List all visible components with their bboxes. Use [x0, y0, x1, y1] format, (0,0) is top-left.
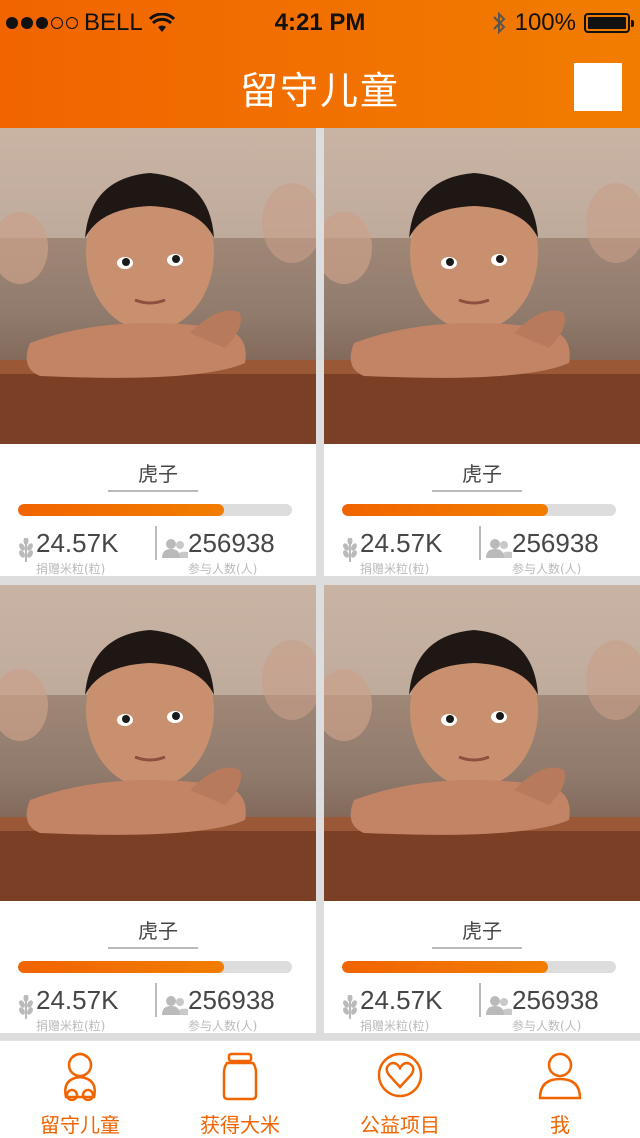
- stat-divider: [155, 983, 157, 1017]
- wheat-icon: [19, 995, 33, 1019]
- rice-label: 捐赠米粒(粒): [36, 562, 106, 576]
- child-photo: [0, 128, 316, 444]
- progress-fill: [18, 504, 224, 516]
- people-label: 参与人数(人): [512, 562, 582, 576]
- heart-ribbon-icon: [377, 1052, 423, 1098]
- people-count: 256938: [188, 985, 275, 1015]
- child-card[interactable]: 虎子 24.57K 捐赠米粒(粒) 256938 参与人数(人): [324, 128, 640, 576]
- child-photo: [324, 128, 640, 444]
- stat-divider: [479, 526, 481, 560]
- bluetooth-icon: [492, 11, 506, 35]
- battery-icon: [584, 13, 634, 33]
- user-icon: [538, 1052, 582, 1100]
- child-name: 虎子: [462, 919, 502, 943]
- people-icon: [162, 996, 188, 1015]
- rice-label: 捐赠米粒(粒): [360, 1019, 430, 1033]
- rice-jar-icon: [222, 1052, 258, 1101]
- people-label: 参与人数(人): [512, 1019, 582, 1033]
- page-title: 留守儿童: [239, 69, 400, 113]
- progress-fill: [18, 961, 224, 973]
- donation-progress-bar: [18, 504, 292, 516]
- people-count: 256938: [512, 528, 599, 558]
- rice-count: 24.57K: [36, 985, 119, 1015]
- name-underline: [108, 490, 198, 492]
- tab-label: 公益项目: [360, 1113, 440, 1137]
- child-card[interactable]: 虎子 24.57K 捐赠米粒(粒) 256938 参与人数(人): [324, 585, 640, 1033]
- rice-count: 24.57K: [360, 528, 443, 558]
- donation-progress-bar: [18, 961, 292, 973]
- donation-progress-bar: [342, 504, 616, 516]
- wheat-icon: [343, 538, 357, 562]
- name-underline: [432, 947, 522, 949]
- tab-me[interactable]: 我: [480, 1041, 640, 1138]
- tab-bar: 留守儿童 获得大米 公益项目 我: [0, 1040, 640, 1138]
- tab-charity-projects[interactable]: 公益项目: [320, 1041, 480, 1138]
- people-icon: [162, 539, 188, 558]
- child-card[interactable]: 虎子 24.57K 捐赠米粒(粒) 256938 参与人数(人): [0, 128, 316, 576]
- tab-label: 获得大米: [200, 1113, 280, 1137]
- rice-label: 捐赠米粒(粒): [36, 1019, 106, 1033]
- tab-get-rice[interactable]: 获得大米: [160, 1041, 320, 1138]
- header-action-button[interactable]: [574, 63, 622, 111]
- rice-label: 捐赠米粒(粒): [360, 562, 430, 576]
- name-underline: [432, 490, 522, 492]
- people-count: 256938: [188, 528, 275, 558]
- battery-percent: 100%: [514, 9, 576, 36]
- child-photo: [0, 585, 316, 901]
- people-count: 256938: [512, 985, 599, 1015]
- donation-progress-bar: [342, 961, 616, 973]
- stat-divider: [155, 526, 157, 560]
- child-icon: [64, 1052, 96, 1101]
- wheat-icon: [19, 538, 33, 562]
- tab-label: 我: [550, 1113, 570, 1137]
- child-name: 虎子: [138, 462, 178, 486]
- child-name: 虎子: [462, 462, 502, 486]
- stat-divider: [479, 983, 481, 1017]
- rice-count: 24.57K: [360, 985, 443, 1015]
- progress-fill: [342, 504, 548, 516]
- status-bar: BELL 4:21 PM 100%: [0, 0, 640, 44]
- child-card[interactable]: 虎子 24.57K 捐赠米粒(粒) 256938 参与人数(人): [0, 585, 316, 1033]
- people-icon: [486, 996, 512, 1015]
- people-label: 参与人数(人): [188, 1019, 258, 1033]
- app-header: BELL 4:21 PM 100% 留守儿童: [0, 0, 640, 128]
- wheat-icon: [343, 995, 357, 1019]
- tab-label: 留守儿童: [40, 1113, 120, 1137]
- child-photo: [324, 585, 640, 901]
- progress-fill: [342, 961, 548, 973]
- rice-count: 24.57K: [36, 528, 119, 558]
- name-underline: [108, 947, 198, 949]
- people-label: 参与人数(人): [188, 562, 258, 576]
- people-icon: [486, 539, 512, 558]
- child-name: 虎子: [138, 919, 178, 943]
- tab-left-behind-children[interactable]: 留守儿童: [0, 1041, 160, 1138]
